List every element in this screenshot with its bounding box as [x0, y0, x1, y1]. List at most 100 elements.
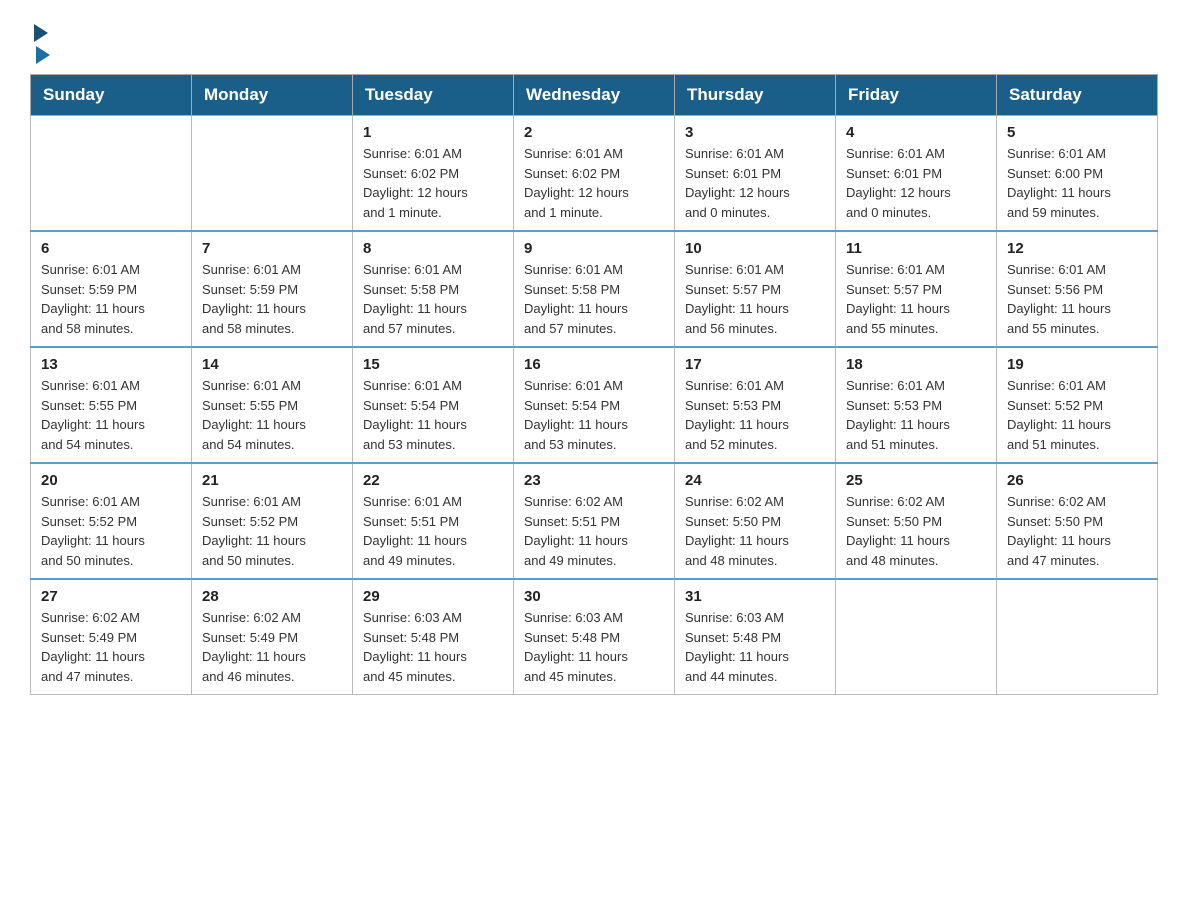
day-number: 18 [846, 356, 986, 373]
calendar-cell: 15 Sunrise: 6:01 AM Sunset: 5:54 PM Dayli… [353, 347, 514, 463]
calendar-cell: 14 Sunrise: 6:01 AM Sunset: 5:55 PM Dayli… [192, 347, 353, 463]
calendar-cell: 29Sunrise: 6:03 AM Sunset: 5:48 PM Dayli… [353, 579, 514, 695]
calendar-cell: 3Sunrise: 6:01 AM Sunset: 6:01 PM Daylig… [675, 116, 836, 232]
calendar-cell: 11 Sunrise: 6:01 AM Sunset: 5:57 PM Dayli… [836, 231, 997, 347]
day-info: Sunrise: 6:03 AM Sunset: 5:48 PM Dayligh… [524, 608, 664, 686]
day-info: Sunrise: 6:01 AM Sunset: 5:57 PM Dayligh… [685, 260, 825, 338]
calendar-cell: 22 Sunrise: 6:01 AM Sunset: 5:51 PM Dayli… [353, 463, 514, 579]
day-info: Sunrise: 6:01 AM Sunset: 6:02 PM Dayligh… [363, 144, 503, 222]
day-number: 20 [41, 472, 181, 489]
day-info: Sunrise: 6:02 AM Sunset: 5:49 PM Dayligh… [41, 608, 181, 686]
calendar-week-row: 1 Sunrise: 6:01 AM Sunset: 6:02 PM Daylig… [31, 116, 1158, 232]
calendar-cell: 23 Sunrise: 6:02 AM Sunset: 5:51 PM Dayli… [514, 463, 675, 579]
day-number: 14 [202, 356, 342, 373]
day-number: 28 [202, 588, 342, 605]
day-number: 13 [41, 356, 181, 373]
day-info: Sunrise: 6:01 AM Sunset: 5:59 PM Dayligh… [41, 260, 181, 338]
calendar-cell [836, 579, 997, 695]
day-info: Sunrise: 6:01 AM Sunset: 5:54 PM Dayligh… [363, 376, 503, 454]
day-info: Sunrise: 6:01 AM Sunset: 5:55 PM Dayligh… [202, 376, 342, 454]
calendar-header: SundayMondayTuesdayWednesdayThursdayFrid… [31, 75, 1158, 116]
calendar-cell: 7 Sunrise: 6:01 AM Sunset: 5:59 PM Daylig… [192, 231, 353, 347]
calendar-cell: 24 Sunrise: 6:02 AM Sunset: 5:50 PM Dayli… [675, 463, 836, 579]
day-number: 10 [685, 240, 825, 257]
day-number: 30 [524, 588, 664, 605]
day-number: 29 [363, 588, 503, 605]
calendar-header-cell: Monday [192, 75, 353, 116]
calendar-header-cell: Saturday [997, 75, 1158, 116]
day-number: 9 [524, 240, 664, 257]
calendar-header-cell: Tuesday [353, 75, 514, 116]
day-number: 3 [685, 124, 825, 141]
day-number: 7 [202, 240, 342, 257]
day-info: Sunrise: 6:02 AM Sunset: 5:50 PM Dayligh… [846, 492, 986, 570]
calendar-week-row: 13 Sunrise: 6:01 AM Sunset: 5:55 PM Dayli… [31, 347, 1158, 463]
calendar-cell: 12 Sunrise: 6:01 AM Sunset: 5:56 PM Dayli… [997, 231, 1158, 347]
day-number: 19 [1007, 356, 1147, 373]
calendar-cell: 2 Sunrise: 6:01 AM Sunset: 6:02 PM Daylig… [514, 116, 675, 232]
day-info: Sunrise: 6:02 AM Sunset: 5:50 PM Dayligh… [1007, 492, 1147, 570]
page-header [30, 20, 1158, 64]
day-info: Sunrise: 6:01 AM Sunset: 5:58 PM Dayligh… [524, 260, 664, 338]
calendar-cell: 8 Sunrise: 6:01 AM Sunset: 5:58 PM Daylig… [353, 231, 514, 347]
day-number: 1 [363, 124, 503, 141]
day-info: Sunrise: 6:01 AM Sunset: 5:52 PM Dayligh… [202, 492, 342, 570]
calendar-header-cell: Sunday [31, 75, 192, 116]
day-number: 23 [524, 472, 664, 489]
calendar-header-cell: Wednesday [514, 75, 675, 116]
calendar-header-cell: Thursday [675, 75, 836, 116]
day-info: Sunrise: 6:01 AM Sunset: 6:01 PM Dayligh… [846, 144, 986, 222]
calendar-table: SundayMondayTuesdayWednesdayThursdayFrid… [30, 74, 1158, 695]
calendar-cell [31, 116, 192, 232]
day-number: 26 [1007, 472, 1147, 489]
day-info: Sunrise: 6:01 AM Sunset: 5:54 PM Dayligh… [524, 376, 664, 454]
day-info: Sunrise: 6:01 AM Sunset: 5:52 PM Dayligh… [1007, 376, 1147, 454]
day-number: 24 [685, 472, 825, 489]
calendar-cell: 28 Sunrise: 6:02 AM Sunset: 5:49 PM Dayli… [192, 579, 353, 695]
logo-arrow-icon [34, 24, 48, 42]
day-info: Sunrise: 6:01 AM Sunset: 5:53 PM Dayligh… [685, 376, 825, 454]
day-number: 4 [846, 124, 986, 141]
day-number: 5 [1007, 124, 1147, 141]
calendar-body: 1 Sunrise: 6:01 AM Sunset: 6:02 PM Daylig… [31, 116, 1158, 695]
day-number: 17 [685, 356, 825, 373]
day-number: 27 [41, 588, 181, 605]
day-number: 21 [202, 472, 342, 489]
day-number: 2 [524, 124, 664, 141]
day-info: Sunrise: 6:02 AM Sunset: 5:49 PM Dayligh… [202, 608, 342, 686]
day-info: Sunrise: 6:01 AM Sunset: 6:00 PM Dayligh… [1007, 144, 1147, 222]
day-info: Sunrise: 6:01 AM Sunset: 5:53 PM Dayligh… [846, 376, 986, 454]
day-number: 6 [41, 240, 181, 257]
day-info: Sunrise: 6:01 AM Sunset: 5:51 PM Dayligh… [363, 492, 503, 570]
day-number: 8 [363, 240, 503, 257]
calendar-cell: 30 Sunrise: 6:03 AM Sunset: 5:48 PM Dayli… [514, 579, 675, 695]
day-info: Sunrise: 6:01 AM Sunset: 5:57 PM Dayligh… [846, 260, 986, 338]
day-number: 15 [363, 356, 503, 373]
day-info: Sunrise: 6:01 AM Sunset: 6:02 PM Dayligh… [524, 144, 664, 222]
day-info: Sunrise: 6:01 AM Sunset: 5:56 PM Dayligh… [1007, 260, 1147, 338]
calendar-cell: 13Sunrise: 6:01 AM Sunset: 5:55 PM Dayli… [31, 347, 192, 463]
calendar-cell: 1 Sunrise: 6:01 AM Sunset: 6:02 PM Daylig… [353, 116, 514, 232]
calendar-header-cell: Friday [836, 75, 997, 116]
calendar-cell: 5 Sunrise: 6:01 AM Sunset: 6:00 PM Daylig… [997, 116, 1158, 232]
day-number: 25 [846, 472, 986, 489]
day-info: Sunrise: 6:02 AM Sunset: 5:50 PM Dayligh… [685, 492, 825, 570]
day-number: 16 [524, 356, 664, 373]
calendar-cell: 19 Sunrise: 6:01 AM Sunset: 5:52 PM Dayli… [997, 347, 1158, 463]
calendar-cell: 27 Sunrise: 6:02 AM Sunset: 5:49 PM Dayli… [31, 579, 192, 695]
calendar-cell [192, 116, 353, 232]
calendar-cell: 10 Sunrise: 6:01 AM Sunset: 5:57 PM Dayli… [675, 231, 836, 347]
calendar-week-row: 6 Sunrise: 6:01 AM Sunset: 5:59 PM Daylig… [31, 231, 1158, 347]
day-info: Sunrise: 6:01 AM Sunset: 5:58 PM Dayligh… [363, 260, 503, 338]
day-number: 12 [1007, 240, 1147, 257]
calendar-cell [997, 579, 1158, 695]
day-info: Sunrise: 6:02 AM Sunset: 5:51 PM Dayligh… [524, 492, 664, 570]
calendar-cell: 21 Sunrise: 6:01 AM Sunset: 5:52 PM Dayli… [192, 463, 353, 579]
day-number: 22 [363, 472, 503, 489]
calendar-cell: 6 Sunrise: 6:01 AM Sunset: 5:59 PM Daylig… [31, 231, 192, 347]
calendar-week-row: 20 Sunrise: 6:01 AM Sunset: 5:52 PM Dayli… [31, 463, 1158, 579]
calendar-cell: 9 Sunrise: 6:01 AM Sunset: 5:58 PM Daylig… [514, 231, 675, 347]
day-number: 11 [846, 240, 986, 257]
day-info: Sunrise: 6:01 AM Sunset: 5:52 PM Dayligh… [41, 492, 181, 570]
day-info: Sunrise: 6:01 AM Sunset: 5:59 PM Dayligh… [202, 260, 342, 338]
